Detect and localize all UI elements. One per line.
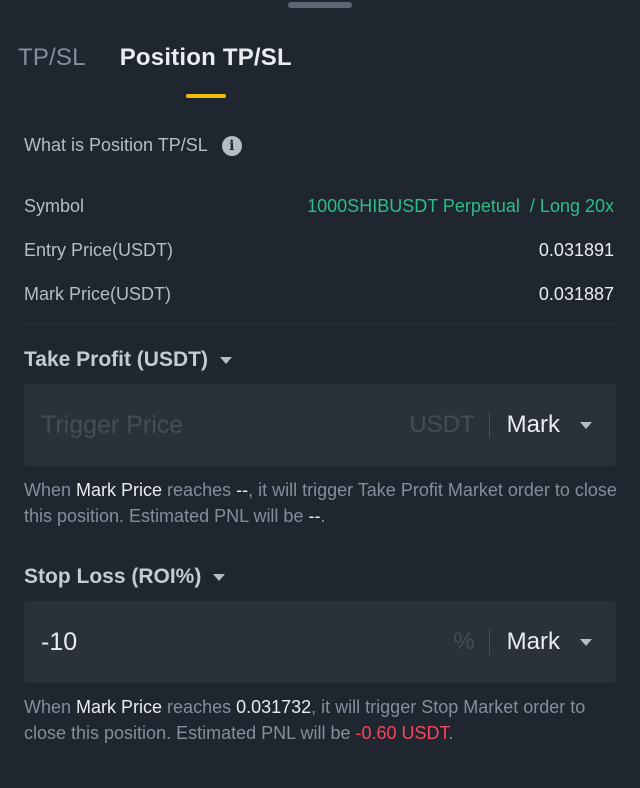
desc-trigger-price: --	[236, 480, 249, 500]
stop-loss-description: When Mark Price reaches 0.031732, it wil…	[24, 694, 624, 746]
chevron-down-icon	[213, 573, 226, 581]
info-label: What is Position TP/SL	[24, 135, 208, 155]
tab-bar: TP/SL Position TP/SL	[18, 44, 292, 72]
stop-loss-price-type-select[interactable]: Mark	[490, 601, 616, 683]
desc-text: reaches	[162, 697, 237, 717]
desc-text: .	[320, 506, 326, 526]
drag-handle[interactable]	[288, 2, 352, 8]
stop-loss-type-dropdown[interactable]: Stop Loss (ROI%)	[24, 565, 226, 589]
desc-text: reaches	[162, 480, 237, 500]
chevron-down-icon	[580, 638, 592, 646]
stop-loss-roi-input[interactable]	[24, 601, 454, 683]
desc-pnl: -0.60 USDT	[355, 723, 449, 743]
entry-price-label: Entry Price(USDT)	[24, 240, 174, 260]
mark-price-label: Mark Price(USDT)	[24, 284, 171, 304]
desc-text: When	[24, 480, 77, 500]
entry-price-row: Entry Price(USDT) 0.031891	[24, 240, 614, 261]
symbol-row: Symbol 1000SHIBUSDT Perpetual / Long 20x	[24, 196, 614, 217]
desc-text: When	[24, 697, 77, 717]
take-profit-title: Take Profit (USDT)	[24, 348, 208, 371]
stop-loss-unit: %	[453, 628, 475, 655]
what-is-position-tpsl[interactable]: What is Position TP/SL i	[24, 135, 242, 156]
chevron-down-icon	[219, 356, 232, 364]
desc-pnl: --	[308, 506, 321, 526]
desc-trigger-price: 0.031732	[236, 697, 312, 717]
take-profit-price-type-select[interactable]: Mark	[490, 384, 616, 466]
mark-price-value: 0.031887	[538, 284, 614, 304]
tab-position-tpsl[interactable]: Position TP/SL	[120, 44, 292, 72]
chevron-down-icon	[580, 421, 592, 429]
entry-price-value: 0.031891	[538, 240, 614, 260]
stop-loss-title: Stop Loss (ROI%)	[24, 565, 202, 588]
mark-price-row: Mark Price(USDT) 0.031887	[24, 284, 614, 305]
symbol-value: 1000SHIBUSDT Perpetual / Long 20x	[307, 196, 614, 216]
desc-mark-price: Mark Price	[76, 697, 163, 717]
take-profit-unit: USDT	[409, 411, 475, 438]
desc-mark-price: Mark Price	[76, 480, 163, 500]
desc-text: .	[448, 723, 454, 743]
info-icon[interactable]: i	[221, 135, 242, 156]
position-tpsl-sheet: TP/SL Position TP/SL What is Position TP…	[0, 0, 640, 788]
take-profit-field: USDT Mark	[24, 384, 616, 466]
take-profit-trigger-input[interactable]	[24, 384, 410, 466]
tab-tpsl[interactable]: TP/SL	[18, 44, 86, 72]
active-tab-indicator	[186, 94, 226, 98]
stop-loss-field: % Mark	[24, 601, 616, 683]
take-profit-description: When Mark Price reaches --, it will trig…	[24, 477, 624, 529]
price-type-label: Mark	[506, 411, 560, 438]
symbol-label: Symbol	[24, 196, 85, 216]
price-type-label: Mark	[506, 628, 560, 655]
take-profit-type-dropdown[interactable]: Take Profit (USDT)	[24, 348, 232, 372]
divider	[24, 324, 616, 325]
